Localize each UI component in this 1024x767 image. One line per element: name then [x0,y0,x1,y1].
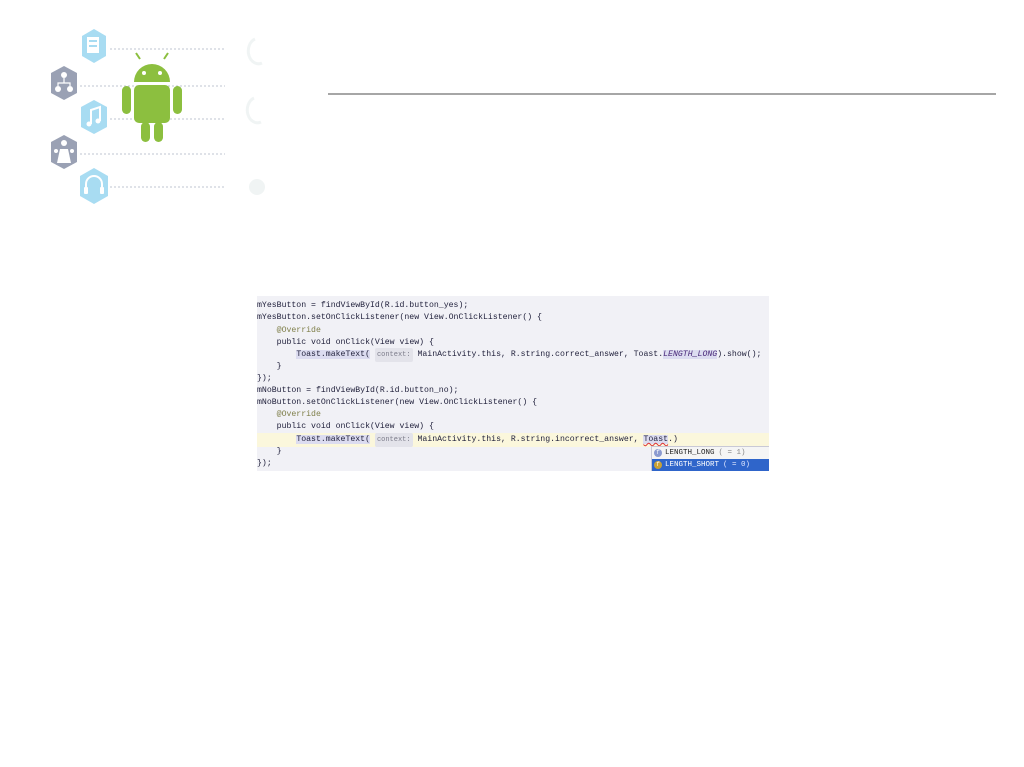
slide: mYesButton = findViewById(R.id.button_ye… [0,0,1024,767]
network-icon [51,66,77,100]
server-icon [82,29,106,63]
autocomplete-item-selected[interactable]: f LENGTH_SHORT ( = 0) [652,459,769,471]
people-icon [51,135,77,169]
field-icon: f [654,461,662,469]
code-screenshot: mYesButton = findViewById(R.id.button_ye… [257,296,769,471]
code-line: mYesButton.setOnClickListener(new View.O… [257,313,542,322]
decorative-graphic [51,29,265,204]
code-line: public void onClick(View view) { [276,422,434,431]
autocomplete-item[interactable]: f LENGTH_LONG ( = 1) [652,447,769,459]
field-icon: f [654,449,662,457]
music-note-icon [81,100,107,134]
faint-background-marks [245,37,265,195]
title-divider [328,93,996,95]
headphones-icon [80,168,108,204]
autocomplete-popup[interactable]: f LENGTH_LONG ( = 1) f LENGTH_SHORT ( = … [651,446,769,471]
android-robot-icon [122,52,182,142]
